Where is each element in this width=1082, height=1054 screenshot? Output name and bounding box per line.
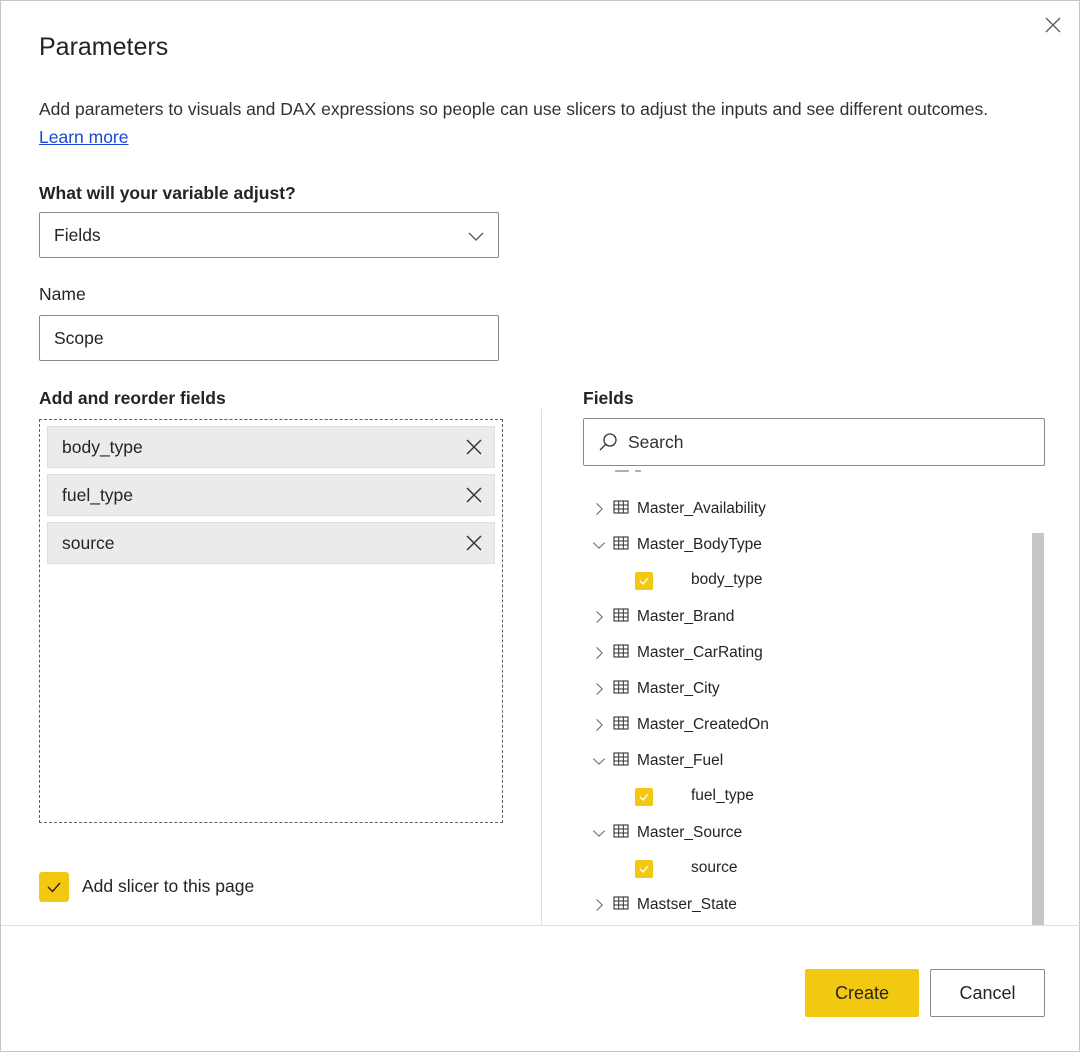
add-slicer-label: Add slicer to this page xyxy=(82,876,255,896)
table-icon xyxy=(613,715,629,736)
tree-table-label: Master_CarRating xyxy=(637,644,763,661)
field-chip-label: source xyxy=(62,532,115,553)
tree-table-row[interactable]: Master_Availability xyxy=(583,491,766,527)
search-placeholder: Search xyxy=(628,431,684,452)
fields-search-input[interactable]: Search xyxy=(583,418,1045,466)
field-chip-source[interactable]: source xyxy=(47,522,495,564)
fields-tree[interactable]: Master_Availability Master_BodyType body_t… xyxy=(583,469,1023,925)
chevron-down-icon[interactable] xyxy=(589,823,609,843)
tree-field-label: body_type xyxy=(691,571,763,588)
tree-table-label: Master_Availability xyxy=(637,500,766,517)
table-icon xyxy=(613,679,629,700)
table-icon xyxy=(613,499,629,520)
tree-table-row[interactable]: Master_CreatedOn xyxy=(583,707,769,743)
table-icon xyxy=(613,751,629,772)
learn-more-link[interactable]: Learn more xyxy=(39,127,129,147)
tree-table-label: Master_Fuel xyxy=(637,752,724,769)
tree-field-label: fuel_type xyxy=(691,787,754,804)
table-icon xyxy=(613,823,629,844)
add-slicer-checkbox[interactable] xyxy=(39,872,69,902)
field-chip-body-type[interactable]: body_type xyxy=(47,426,495,468)
tree-table-row[interactable]: Master_CarRating xyxy=(583,635,763,671)
fields-label: Fields xyxy=(583,388,634,408)
chevron-right-icon[interactable] xyxy=(589,679,609,699)
tree-table-label: Master_Source xyxy=(637,824,743,841)
field-checkbox[interactable] xyxy=(635,860,653,878)
chevron-down-icon[interactable] xyxy=(589,751,609,771)
dialog-title: Parameters xyxy=(39,33,169,61)
cancel-button[interactable]: Cancel xyxy=(930,969,1045,1017)
tree-table-row[interactable]: Master_Brand xyxy=(583,599,734,635)
tree-table-label: Master_City xyxy=(637,680,720,697)
chevron-right-icon[interactable] xyxy=(589,607,609,627)
field-chip-label: fuel_type xyxy=(62,484,134,505)
tree-table-row[interactable]: Master_City xyxy=(583,671,720,707)
name-label: Name xyxy=(39,284,86,304)
tree-table-row[interactable]: Mastser_State xyxy=(583,887,737,923)
chevron-right-icon[interactable] xyxy=(589,895,609,915)
footer-divider xyxy=(1,925,1081,926)
chevron-right-icon[interactable] xyxy=(589,499,609,519)
remove-icon[interactable] xyxy=(464,533,484,553)
partial-tree-row xyxy=(583,469,643,481)
chevron-right-icon[interactable] xyxy=(589,715,609,735)
field-chip-fuel-type[interactable]: fuel_type xyxy=(47,474,495,516)
tree-table-row[interactable]: Master_Fuel xyxy=(583,743,723,779)
tree-table-label: Master_CreatedOn xyxy=(637,716,769,733)
variable-dropdown[interactable]: Fields xyxy=(39,212,499,258)
column-divider xyxy=(541,409,542,925)
close-icon xyxy=(1045,17,1061,33)
checkmark-icon xyxy=(639,577,649,585)
table-icon xyxy=(613,643,629,664)
variable-label: What will your variable adjust? xyxy=(39,183,296,203)
field-checkbox[interactable] xyxy=(635,572,653,590)
tree-table-label: Master_Brand xyxy=(637,608,735,625)
checkmark-icon xyxy=(639,793,649,801)
dialog-description: Add parameters to visuals and DAX expres… xyxy=(39,95,999,151)
checkmark-icon xyxy=(47,882,61,893)
table-icon xyxy=(613,895,629,916)
reorder-fields-area[interactable]: body_type fuel_type source xyxy=(39,419,503,823)
table-icon xyxy=(615,470,641,472)
parameters-dialog: Parameters Add parameters to visuals and… xyxy=(0,0,1081,1052)
tree-table-label: Mastser_State xyxy=(637,896,737,913)
remove-icon[interactable] xyxy=(464,485,484,505)
tree-table-label: Master_BodyType xyxy=(637,536,762,553)
search-icon xyxy=(599,433,617,451)
name-input[interactable]: Scope xyxy=(39,315,499,361)
field-checkbox[interactable] xyxy=(635,788,653,806)
checkmark-icon xyxy=(639,865,649,873)
chevron-right-icon[interactable] xyxy=(589,643,609,663)
table-icon xyxy=(613,535,629,556)
description-text: Add parameters to visuals and DAX expres… xyxy=(39,99,989,119)
tree-table-row[interactable]: Master_Source xyxy=(583,815,742,851)
reorder-label: Add and reorder fields xyxy=(39,388,226,408)
remove-icon[interactable] xyxy=(464,437,484,457)
create-button[interactable]: Create xyxy=(805,969,919,1017)
field-chip-label: body_type xyxy=(62,436,143,457)
tree-field-label: source xyxy=(691,859,738,876)
chevron-down-icon xyxy=(468,232,484,241)
close-button[interactable] xyxy=(1041,13,1065,37)
fields-scrollbar[interactable] xyxy=(1032,533,1044,925)
tree-table-row[interactable]: Master_BodyType xyxy=(583,527,762,563)
table-icon xyxy=(613,607,629,628)
variable-selected-value: Fields xyxy=(54,224,101,245)
chevron-down-icon[interactable] xyxy=(589,535,609,555)
name-input-value: Scope xyxy=(54,327,104,348)
